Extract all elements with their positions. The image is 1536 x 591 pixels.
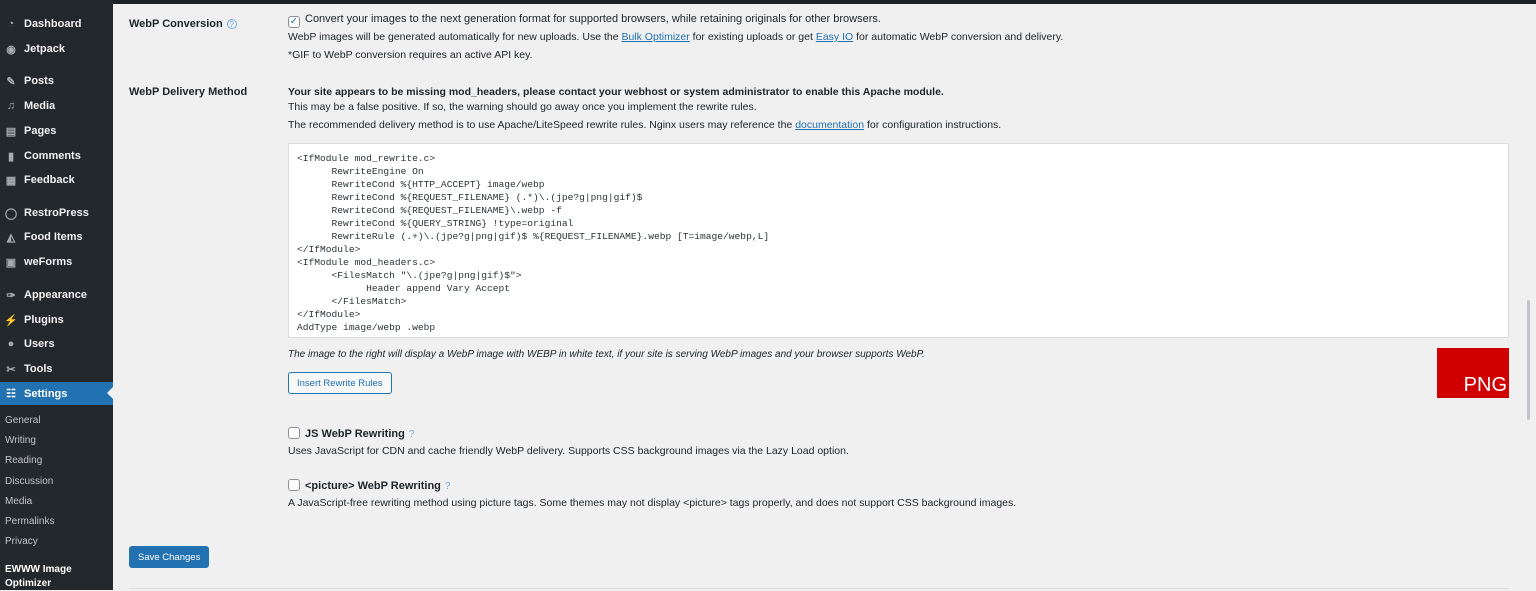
submenu-ewww-image-optimizer[interactable]: EWWW Image Optimizer (5, 563, 95, 591)
sidebar-item-food-items[interactable]: ◭ Food Items (0, 226, 113, 248)
settings-icon: ☷ (6, 388, 16, 400)
sidebar-item-label: weForms (24, 256, 73, 268)
js-rewriting-desc: Uses JavaScript for CDN and cache friend… (288, 445, 849, 457)
mod-headers-warning: Your site appears to be missing mod_head… (288, 86, 944, 98)
top-bar (0, 0, 1536, 4)
false-positive-note: This may be a false positive. If so, the… (288, 101, 757, 113)
tools-icon: ✂ (6, 363, 16, 376)
sidebar-item-comments[interactable]: ▮ Comments (0, 145, 113, 167)
webp-conversion-checkbox[interactable]: ✓ (288, 16, 300, 28)
sidebar-item-label: Dashboard (24, 18, 82, 30)
food-icon: ◭ (6, 231, 16, 244)
sidebar-item-jetpack[interactable]: ◉ Jetpack (0, 38, 113, 60)
jetpack-icon: ◉ (6, 43, 16, 56)
pin-icon: ✎ (6, 75, 16, 88)
gif-note: *GIF to WebP conversion requires an acti… (288, 49, 533, 61)
sidebar-item-label: Users (24, 338, 55, 350)
sidebar-item-label: Comments (24, 150, 81, 162)
sidebar-item-appearance[interactable]: ✑ Appearance (0, 284, 113, 306)
weforms-icon: ▣ (5, 256, 17, 269)
sidebar-item-settings[interactable]: ☷ Settings (0, 382, 113, 405)
sidebar-item-feedback[interactable]: ▦ Feedback (0, 169, 113, 191)
sidebar-item-label: Food Items (24, 231, 83, 243)
sidebar-item-label: Pages (24, 125, 57, 137)
divider (129, 588, 1509, 589)
sidebar-item-plugins[interactable]: ⚡ Plugins (0, 309, 113, 331)
rewrite-rules-code[interactable]: <IfModule mod_rewrite.c> RewriteEngine O… (288, 143, 1509, 338)
picture-rewriting-checkbox[interactable] (288, 479, 300, 491)
submenu-media[interactable]: Media (5, 496, 32, 507)
recommend-note: The recommended delivery method is to us… (288, 119, 1002, 131)
sidebar-item-media[interactable]: ♫ Media (0, 95, 113, 117)
users-icon: ● (7, 338, 15, 350)
webp-test-note: The image to the right will display a We… (288, 349, 925, 360)
sidebar-item-label: Media (24, 100, 56, 112)
js-rewriting-label: JS WebP Rewriting (305, 428, 405, 440)
help-icon[interactable]: ? (409, 429, 415, 440)
sidebar-item-label: Tools (24, 363, 53, 375)
sidebar-item-label: RestroPress (24, 207, 89, 219)
sidebar-item-posts[interactable]: ✎ Posts (0, 70, 113, 92)
sidebar-item-label: Settings (24, 387, 68, 400)
sidebar-item-label: Appearance (24, 289, 87, 301)
restropress-icon: ◯ (4, 207, 18, 220)
scrollbar[interactable] (1527, 300, 1530, 420)
appearance-icon: ✑ (6, 289, 16, 302)
sidebar-item-label: Jetpack (24, 43, 65, 55)
sidebar-item-tools[interactable]: ✂ Tools (0, 358, 113, 380)
submenu-permalinks[interactable]: Permalinks (5, 516, 54, 527)
save-changes-button[interactable]: Save Changes (129, 546, 210, 568)
submenu-reading[interactable]: Reading (5, 455, 42, 466)
dashboard-icon: ◔ (7, 18, 15, 30)
feedback-icon: ▦ (5, 174, 17, 187)
webp-conversion-label: WebP Conversion? (129, 18, 237, 30)
plugins-icon: ⚡ (4, 314, 18, 327)
picture-rewriting-label: <picture> WebP Rewriting (305, 480, 441, 492)
webp-conversion-desc: WebP images will be generated automatica… (288, 31, 1064, 43)
picture-rewriting-desc: A JavaScript-free rewriting method using… (288, 497, 1017, 509)
webp-delivery-label: WebP Delivery Method (129, 86, 248, 98)
submenu-discussion[interactable]: Discussion (5, 476, 53, 487)
submenu-privacy[interactable]: Privacy (5, 536, 38, 547)
webp-test-image: PNG (1437, 348, 1509, 398)
submenu-general[interactable]: General (5, 415, 41, 426)
sidebar-item-users[interactable]: ● Users (0, 333, 113, 355)
sidebar-item-dashboard[interactable]: ◔ Dashboard (0, 13, 113, 35)
media-icon: ♫ (6, 100, 16, 112)
sidebar-item-restropress[interactable]: ◯ RestroPress (0, 202, 113, 224)
easy-io-link[interactable]: Easy IO (816, 31, 853, 43)
comments-icon: ▮ (7, 150, 15, 163)
insert-rewrite-rules-button[interactable]: Insert Rewrite Rules (288, 372, 392, 394)
sidebar-item-label: Posts (24, 75, 54, 87)
submenu-writing[interactable]: Writing (5, 435, 36, 446)
sidebar-item-weforms[interactable]: ▣ weForms (0, 251, 113, 273)
sidebar-item-label: Feedback (24, 174, 75, 186)
pages-icon: ▤ (5, 125, 17, 138)
js-rewriting-checkbox[interactable] (288, 427, 300, 439)
sidebar-item-label: Plugins (24, 314, 64, 326)
documentation-link[interactable]: documentation (795, 119, 864, 131)
webp-conversion-text: Convert your images to the next generati… (305, 13, 881, 25)
help-icon[interactable]: ? (445, 481, 451, 492)
help-icon[interactable]: ? (226, 19, 237, 29)
sidebar-item-pages[interactable]: ▤ Pages (0, 120, 113, 142)
bulk-optimizer-link[interactable]: Bulk Optimizer (621, 31, 689, 43)
